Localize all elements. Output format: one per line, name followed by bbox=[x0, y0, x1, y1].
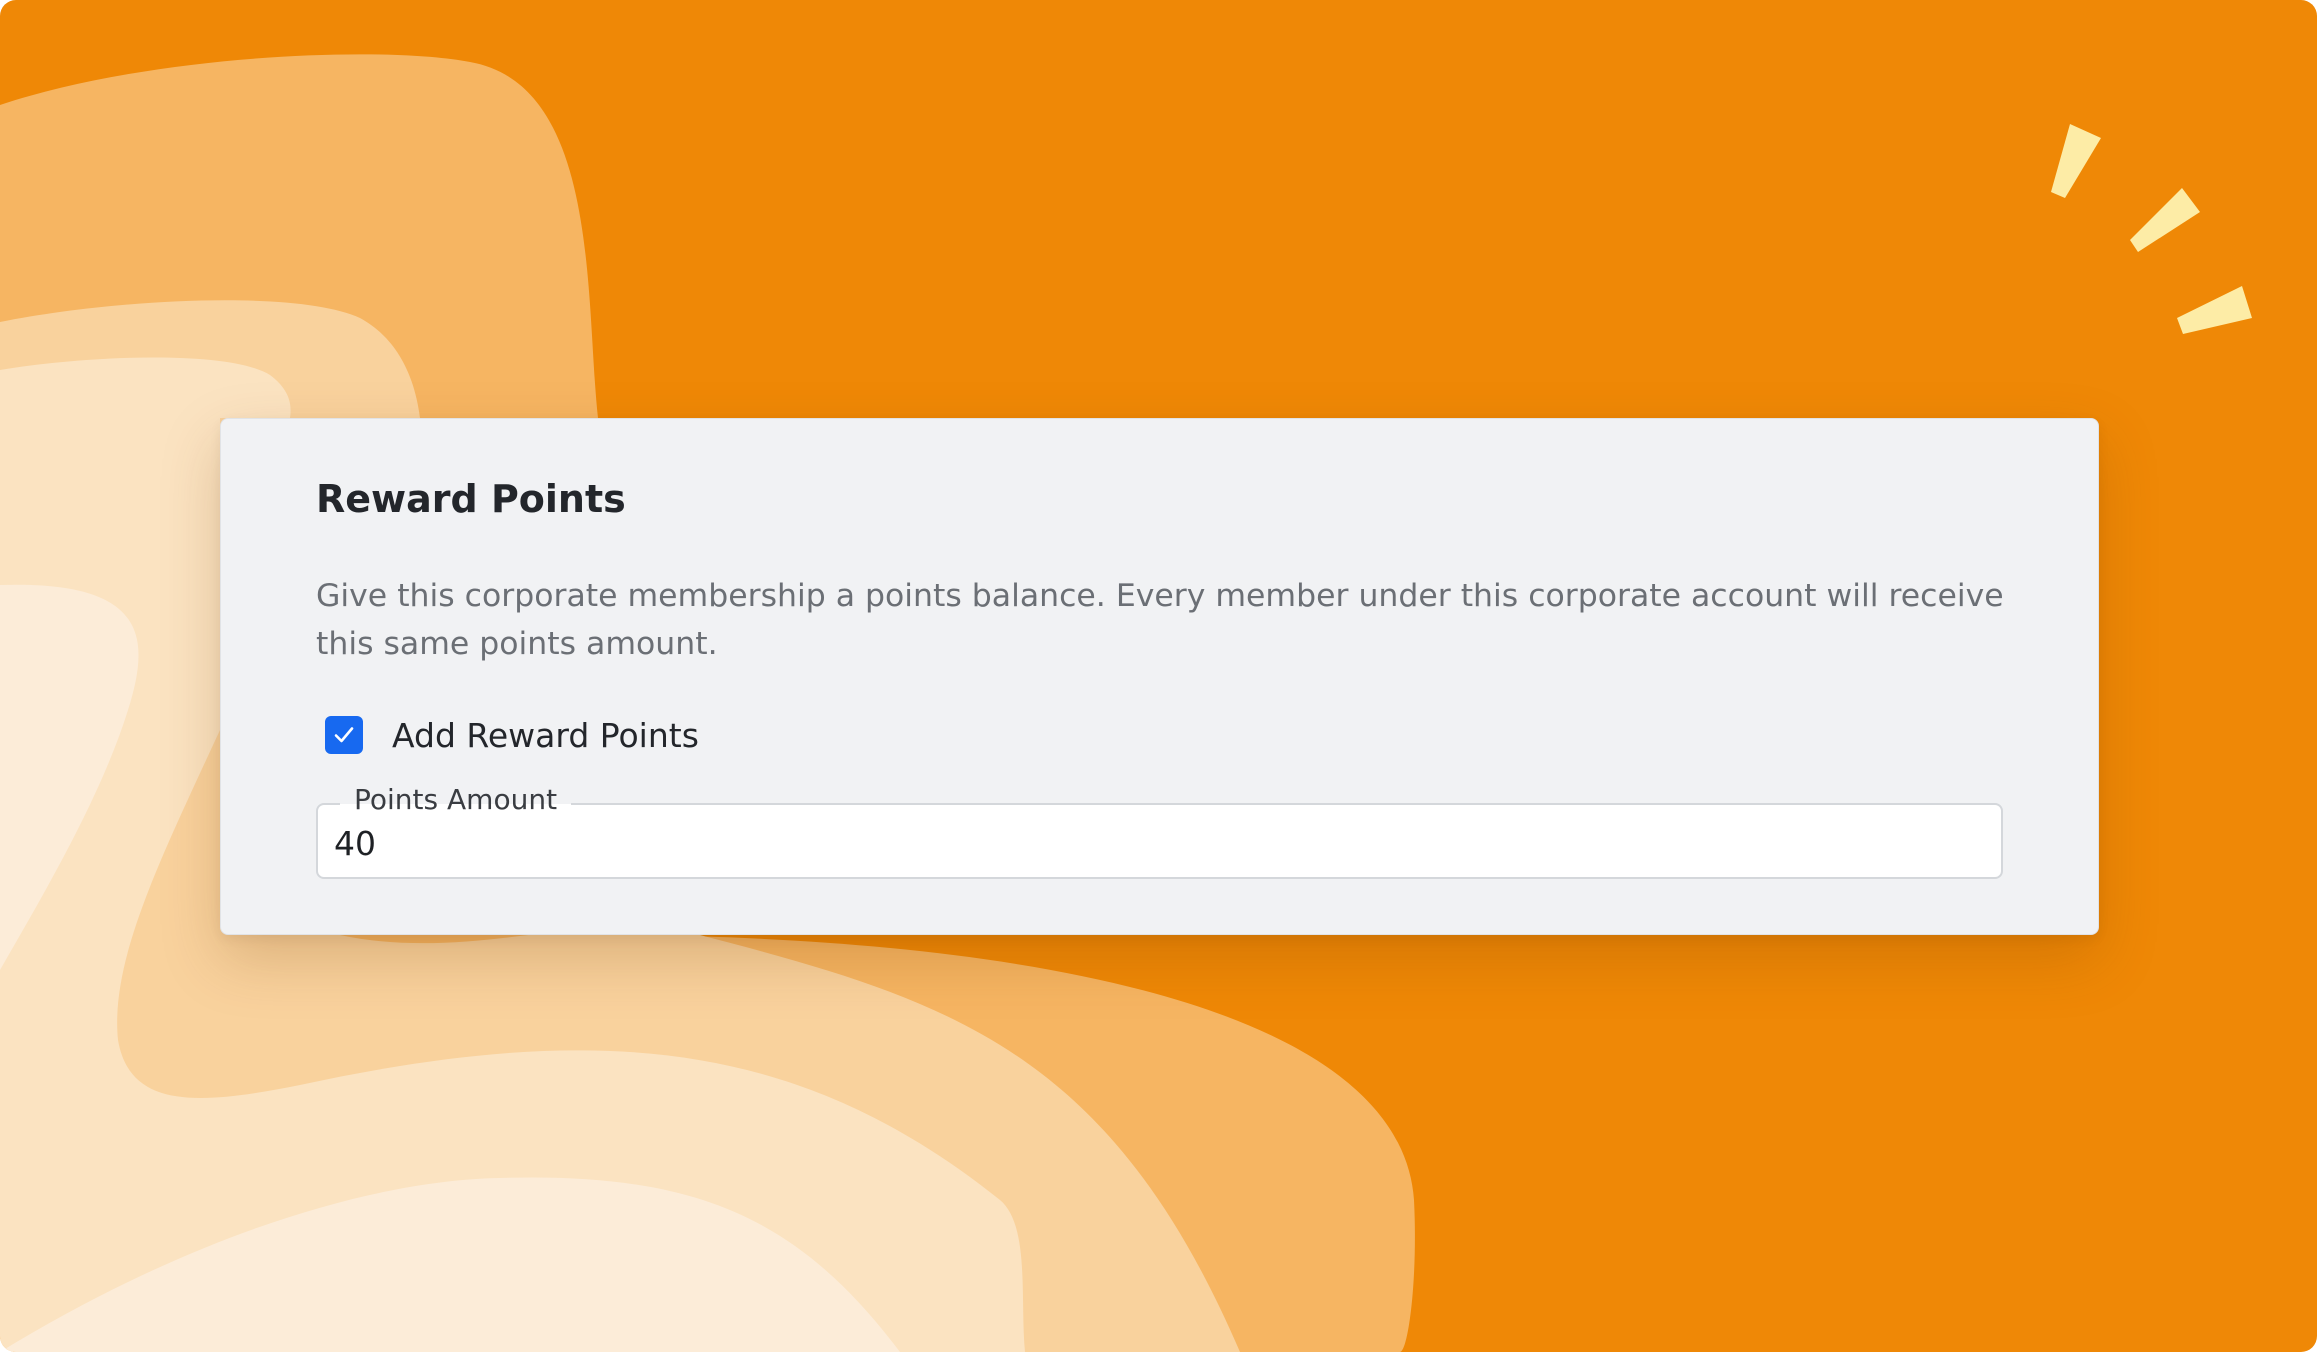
reward-points-card: Reward Points Give this corporate member… bbox=[220, 418, 2099, 935]
add-reward-points-checkbox[interactable] bbox=[325, 716, 363, 754]
checkmark-icon bbox=[334, 727, 354, 743]
card-description: Give this corporate membership a points … bbox=[316, 578, 2004, 662]
page-background: Reward Points Give this corporate member… bbox=[0, 0, 2317, 1352]
add-reward-points-checkbox-row[interactable]: Add Reward Points bbox=[325, 713, 699, 757]
card-title: Reward Points bbox=[316, 477, 626, 521]
add-reward-points-label: Add Reward Points bbox=[392, 715, 699, 755]
points-amount-input[interactable] bbox=[334, 823, 1974, 863]
points-amount-label: Points Amount bbox=[340, 783, 572, 817]
sparkle-icon bbox=[2051, 124, 2252, 334]
points-amount-field[interactable]: Points Amount bbox=[316, 783, 2003, 879]
